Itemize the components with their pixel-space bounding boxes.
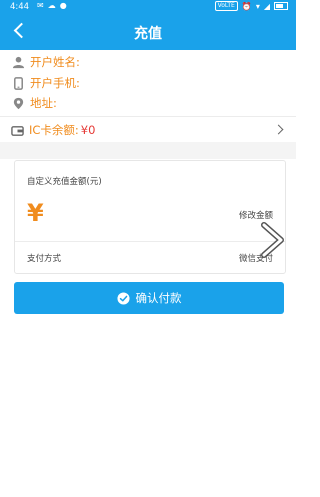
section-spacer <box>0 142 296 159</box>
alarm-icon: ⏰ <box>241 1 252 11</box>
account-name-label: 开户姓名: <box>30 55 80 69</box>
ic-card-label: IC卡余额: <box>29 123 79 137</box>
status-time: 4:44 <box>10 2 30 12</box>
ic-card-balance-row[interactable]: IC卡余额: ¥0 <box>0 118 296 142</box>
volte-badge: VoLTE <box>214 1 238 11</box>
notification-icon: ✉ <box>37 1 44 10</box>
currency-symbol: ¥ <box>27 199 44 227</box>
section-divider <box>0 116 296 117</box>
chevron-right-icon <box>273 124 284 135</box>
battery-icon <box>274 2 288 10</box>
wifi-icon: ▾ <box>255 1 260 11</box>
address-label: 地址: <box>30 96 57 110</box>
chevron-right-overlay-icon[interactable] <box>256 222 286 258</box>
modify-amount-button[interactable]: 修改金额 <box>239 209 273 221</box>
account-phone-row: 开户手机: <box>12 74 80 92</box>
payment-method-label: 支付方式 <box>27 254 62 264</box>
wallet-icon <box>11 125 24 136</box>
confirm-payment-label: 确认付款 <box>135 291 182 305</box>
recharge-card: 自定义充值金额(元) ¥ 修改金额 支付方式 微信支付 <box>14 160 286 274</box>
confirm-payment-button[interactable]: 确认付款 <box>14 282 284 314</box>
signal-icon: ◢ <box>263 1 270 11</box>
account-name-row: 开户姓名: <box>12 53 80 71</box>
location-pin-icon <box>13 97 24 109</box>
address-row: 地址: <box>12 94 57 112</box>
page-title: 充值 <box>134 26 162 42</box>
account-phone-label: 开户手机: <box>30 76 80 90</box>
message-icon: ● <box>59 1 67 10</box>
card-divider <box>15 241 285 242</box>
cloud-icon: ☁ <box>47 1 56 10</box>
ic-card-balance: ¥0 <box>80 123 96 137</box>
person-icon <box>12 56 25 68</box>
phone-icon <box>14 76 23 90</box>
app-bar: 充值 <box>0 14 296 50</box>
check-circle-icon <box>116 291 130 305</box>
status-bar: 4:44 ✉ ☁ ● VoLTE ⏰ ▾ ◢ <box>0 0 296 14</box>
custom-amount-label: 自定义充值金额(元) <box>27 177 102 187</box>
